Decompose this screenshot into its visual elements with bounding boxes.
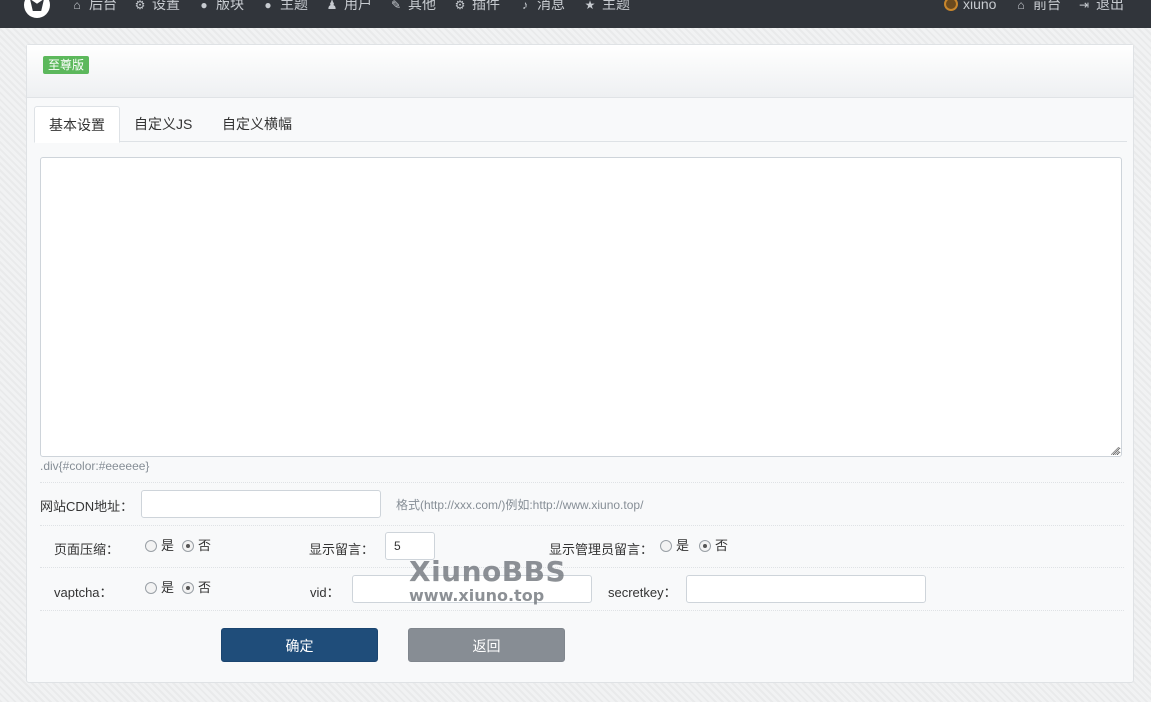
nav-item-theme[interactable]: ★ 主题 — [583, 0, 630, 13]
nav-item-plugins[interactable]: ⚙ 插件 — [453, 0, 500, 13]
admin-comment-no-radio[interactable]: 否 — [699, 538, 728, 554]
nav-item-messages[interactable]: ♪ 消息 — [518, 0, 565, 13]
tab-custom-js[interactable]: 自定义JS — [120, 106, 206, 143]
nav-item-admin[interactable]: ⌂ 后台 — [70, 0, 117, 13]
home-icon: ⌂ — [1017, 0, 1025, 12]
nav-item-forums[interactable]: ● 版块 — [197, 0, 244, 13]
vaptcha-no-radio[interactable]: 否 — [182, 580, 211, 596]
star-icon: ★ — [584, 0, 596, 12]
logout-icon: ⇥ — [1078, 0, 1090, 12]
tab-custom-banner[interactable]: 自定义横幅 — [208, 106, 306, 143]
radio-checked-icon — [182, 540, 194, 552]
nav-item-threads[interactable]: ● 主题 — [261, 0, 308, 13]
compress-no-radio[interactable]: 否 — [182, 538, 211, 554]
tab-bar: 基本设置 自定义JS 自定义横幅 — [34, 106, 1127, 143]
radio-icon — [660, 540, 672, 552]
comment-icon: ● — [200, 0, 208, 12]
wrench-icon: ✎ — [390, 0, 402, 12]
radio-icon — [145, 540, 157, 552]
nav-logout[interactable]: ⇥ 退出 — [1077, 0, 1124, 13]
divider — [40, 525, 1124, 526]
radio-icon — [145, 582, 157, 594]
nav-item-settings[interactable]: ⚙ 设置 — [133, 0, 180, 13]
comment-icon: ● — [264, 0, 272, 12]
user-icon: ♟ — [326, 0, 338, 12]
logo-icon[interactable] — [24, 0, 50, 18]
radio-checked-icon — [182, 582, 194, 594]
vaptcha-label: vaptcha： — [54, 585, 113, 600]
admin-comment-yes-radio[interactable]: 是 — [660, 538, 689, 554]
custom-css-textarea[interactable] — [40, 157, 1122, 457]
radio-checked-icon — [699, 540, 711, 552]
nav-front[interactable]: ⌂ 前台 — [1014, 0, 1061, 13]
tab-basic-settings[interactable]: 基本设置 — [34, 106, 120, 143]
submit-button[interactable]: 确定 — [221, 628, 378, 662]
gear-icon: ⚙ — [134, 0, 146, 12]
css-hint: .div{#color:#eeeeee} — [40, 459, 150, 473]
card-header: 至尊版 — [27, 45, 1133, 98]
secretkey-label: secretkey： — [608, 585, 677, 600]
divider — [40, 567, 1124, 568]
compress-label: 页面压缩： — [54, 542, 120, 557]
nav-user[interactable]: xiuno — [944, 0, 996, 13]
divider — [40, 482, 1124, 483]
vaptcha-yes-radio[interactable]: 是 — [145, 580, 174, 596]
watermark-title: XiunoBBS — [409, 555, 567, 588]
nav-item-users[interactable]: ♟ 用户 — [325, 0, 372, 13]
divider — [40, 610, 1124, 611]
compress-yes-radio[interactable]: 是 — [145, 538, 174, 554]
cdn-label: 网站CDN地址： — [40, 499, 134, 514]
vid-label: vid： — [310, 585, 340, 600]
watermark: XiunoBBS www.xiuno.top — [409, 557, 566, 605]
resize-grip-icon[interactable] — [1111, 447, 1119, 455]
bell-icon: ♪ — [522, 0, 528, 12]
back-button[interactable]: 返回 — [408, 628, 565, 662]
home-icon: ⌂ — [73, 0, 81, 12]
edition-badge: 至尊版 — [43, 56, 90, 74]
cdn-input[interactable] — [141, 490, 381, 518]
top-navbar: ⌂ 后台 ⚙ 设置 ● 版块 ● 主题 ♟ 用户 ✎ 其他 ⚙ 插件 ♪ 消息 ★ 主题 xiun… — [0, 0, 1151, 28]
secretkey-input[interactable] — [686, 575, 926, 603]
cdn-hint: 格式(http://xxx.com/)例如:http://www.xiuno.t… — [396, 498, 644, 512]
comment-label: 显示留言： — [309, 542, 375, 557]
avatar — [944, 0, 958, 11]
gears-icon: ⚙ — [454, 0, 466, 12]
watermark-url: www.xiuno.top — [409, 586, 545, 605]
settings-card: 至尊版 基本设置 自定义JS 自定义横幅 .div{#color:#eeeeee… — [26, 44, 1134, 683]
nav-item-other[interactable]: ✎ 其他 — [389, 0, 436, 13]
